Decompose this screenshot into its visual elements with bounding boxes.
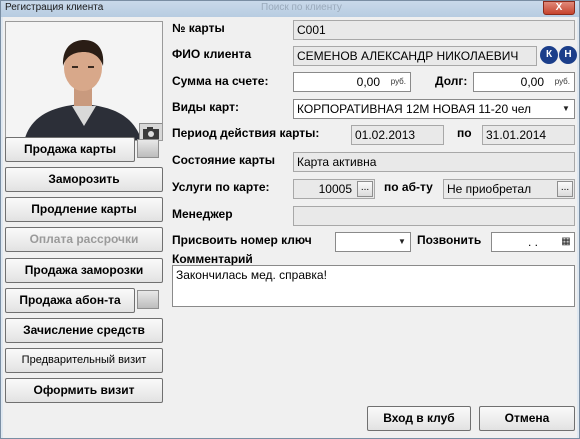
window-content: Продажа карты Заморозить Продление карты… xyxy=(3,17,577,438)
debt-field[interactable]: 0,00 руб. xyxy=(473,72,575,92)
balance-unit: руб. xyxy=(390,77,406,86)
period-to-label: по xyxy=(457,126,472,140)
cancel-button[interactable]: Отмена xyxy=(479,406,575,431)
chevron-down-icon: ▼ xyxy=(562,104,570,113)
chevron-down-icon: ▼ xyxy=(398,237,406,246)
services-value: 10005 xyxy=(318,182,352,196)
by-subscription-value: Не приобретал xyxy=(447,182,532,196)
by-subscription-browse-button[interactable]: ... xyxy=(557,181,573,197)
title-bar[interactable]: Регистрация клиента Поиск по клиенту X xyxy=(1,1,579,17)
period-to-field[interactable]: 31.01.2014 xyxy=(482,125,575,145)
balance-value: 0,00 xyxy=(356,75,380,89)
card-types-label: Виды карт: xyxy=(172,100,239,114)
by-subscription-field[interactable]: Не приобретал ... xyxy=(443,179,575,199)
close-button[interactable]: X xyxy=(543,1,575,15)
client-registration-window: Регистрация клиента Поиск по клиенту X П… xyxy=(0,0,580,439)
period-from-field[interactable]: 01.02.2013 xyxy=(351,125,444,145)
make-visit-button[interactable]: Оформить визит xyxy=(5,378,163,403)
client-photo xyxy=(5,21,163,141)
preliminary-visit-button[interactable]: Предварительный визит xyxy=(5,348,163,373)
call-date-value: . . xyxy=(527,235,538,249)
call-label: Позвонить xyxy=(417,233,482,247)
debt-unit: руб. xyxy=(554,77,570,86)
assign-key-label: Присвоить номер ключ xyxy=(172,233,312,247)
card-status-label: Состояние карты xyxy=(172,153,276,167)
services-field[interactable]: 10005 ... xyxy=(293,179,375,199)
call-date-field[interactable]: . . ▦ xyxy=(491,232,575,252)
window-title: Регистрация клиента xyxy=(5,2,104,13)
card-number-field[interactable]: C001 xyxy=(293,20,575,40)
extend-card-button[interactable]: Продление карты xyxy=(5,197,163,222)
services-browse-button[interactable]: ... xyxy=(357,181,373,197)
sell-card-extra-button[interactable] xyxy=(137,139,159,158)
comment-textarea[interactable]: Закончилась мед. справка! xyxy=(172,265,575,307)
sell-subscription-extra-button[interactable] xyxy=(137,290,159,309)
sell-freeze-button[interactable]: Продажа заморозки xyxy=(5,258,163,283)
manager-field[interactable] xyxy=(293,206,575,226)
sell-card-button[interactable]: Продажа карты xyxy=(5,137,135,162)
background-window-title: Поиск по клиенту xyxy=(261,2,342,13)
balance-field[interactable]: 0,00 руб. xyxy=(293,72,411,92)
debt-value: 0,00 xyxy=(520,75,544,89)
card-type-select[interactable]: КОРПОРАТИВНАЯ 12М НОВАЯ 11-20 чел ▼ xyxy=(293,99,575,119)
installment-payment-button[interactable]: Оплата рассрочки xyxy=(5,227,163,252)
client-name-label: ФИО клиента xyxy=(172,47,252,61)
card-status-field: Карта активна xyxy=(293,152,575,172)
enter-club-button[interactable]: Вход в клуб xyxy=(367,406,471,431)
card-type-value: КОРПОРАТИВНАЯ 12М НОВАЯ 11-20 чел xyxy=(297,102,531,116)
by-subscription-label: по аб-ту xyxy=(384,180,433,194)
credit-funds-button[interactable]: Зачисление средств xyxy=(5,318,163,343)
card-number-label: № карты xyxy=(172,21,225,35)
manager-label: Менеджер xyxy=(172,207,233,221)
comment-label: Комментарий xyxy=(172,252,253,266)
k-icon[interactable]: К xyxy=(540,46,558,64)
client-name-field[interactable]: СЕМЕНОВ АЛЕКСАНДР НИКОЛАЕВИЧ xyxy=(293,46,537,66)
services-label: Услуги по карте: xyxy=(172,180,270,194)
balance-label: Сумма на счете: xyxy=(172,74,269,88)
period-label: Период действия карты: xyxy=(172,126,320,140)
key-number-select[interactable]: ▼ xyxy=(335,232,411,252)
calendar-icon[interactable]: ▦ xyxy=(559,234,573,250)
debt-label: Долг: xyxy=(435,74,468,88)
sell-subscription-button[interactable]: Продажа абон-та xyxy=(5,288,135,313)
n-icon[interactable]: Н xyxy=(559,46,577,64)
freeze-button[interactable]: Заморозить xyxy=(5,167,163,192)
